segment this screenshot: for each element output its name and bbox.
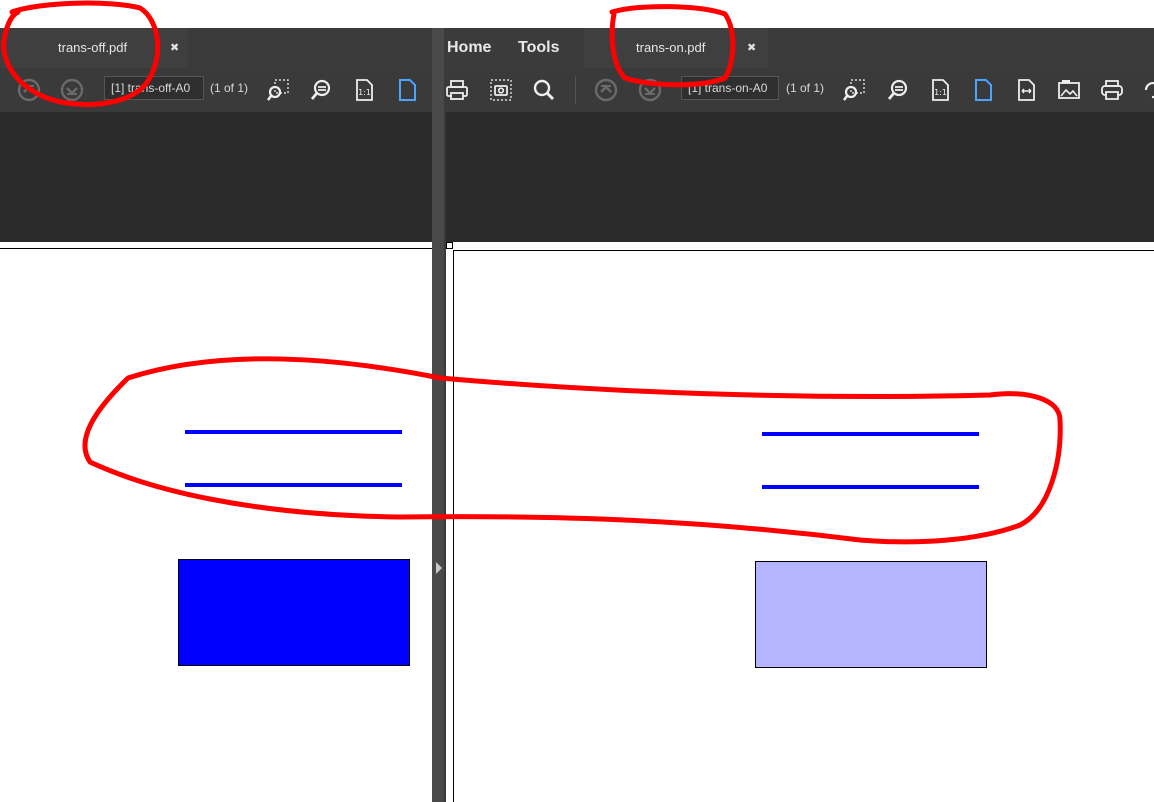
right-tab-circle-annotation (609, 4, 736, 88)
left-tab-circle-annotation (1, 0, 161, 108)
red-annotation-overlay (1, 0, 1063, 545)
lines-circle-annotation (82, 356, 1063, 545)
